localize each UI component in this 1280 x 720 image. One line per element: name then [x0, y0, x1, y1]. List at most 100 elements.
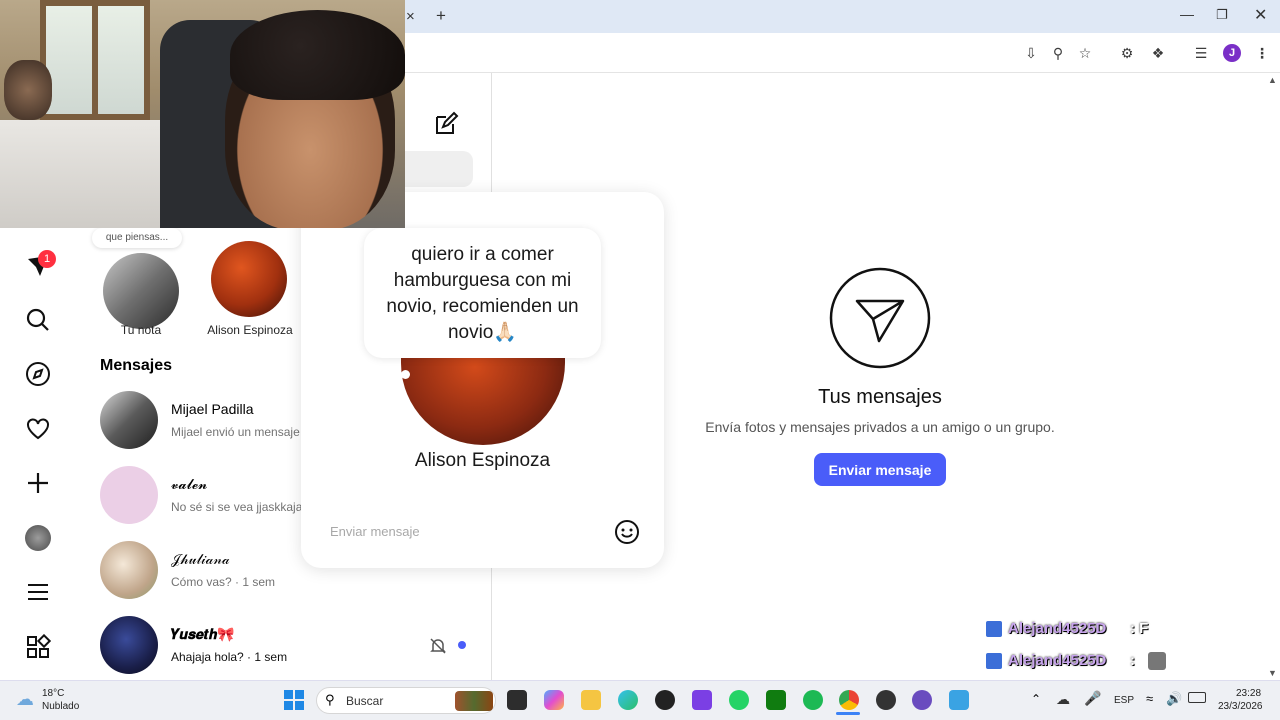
- microphone-icon[interactable]: 🎤: [1084, 690, 1101, 707]
- chat-user: Alejand4525D: [1008, 652, 1107, 669]
- new-tab-button[interactable]: +: [436, 6, 446, 26]
- clock-date[interactable]: 23/3/2026: [1218, 701, 1263, 712]
- note-label: Tu nota: [120, 323, 162, 337]
- volume-icon[interactable]: 🔊: [1166, 691, 1182, 707]
- mute-icon: [429, 637, 447, 655]
- bubble-tail-dot: [401, 370, 410, 379]
- messages-heading: Mensajes: [100, 357, 173, 374]
- alison-note-avatar[interactable]: [211, 241, 287, 317]
- compose-icon[interactable]: [433, 111, 459, 137]
- explore-icon[interactable]: [24, 360, 52, 388]
- zoom-icon[interactable]: ⚲: [1047, 42, 1069, 64]
- weather-icon[interactable]: ☁: [16, 689, 34, 710]
- taskbar-search[interactable]: ⚲ Buscar: [316, 687, 496, 714]
- note-label: Alison Espinoza: [207, 323, 293, 337]
- search-highlight-icon: [455, 691, 493, 711]
- unread-dot: [458, 641, 466, 649]
- cam-hair: [230, 10, 405, 100]
- note-text: quiero ir a comer hamburguesa con mi nov…: [386, 244, 579, 343]
- file-explorer-icon[interactable]: [581, 690, 601, 710]
- wifi-icon[interactable]: ≈: [1146, 691, 1153, 706]
- popup-name: Alison Espinoza: [414, 450, 551, 471]
- weather-temp: 18°C: [42, 688, 65, 699]
- chat-badge-icon: [986, 653, 1002, 669]
- my-note-avatar[interactable]: [103, 253, 179, 329]
- chat-line: Alejand4525D : F: [986, 620, 1176, 640]
- copilot-icon[interactable]: [544, 690, 564, 710]
- onedrive-icon[interactable]: ☁: [1056, 691, 1070, 708]
- task-view-icon[interactable]: [507, 690, 527, 710]
- apps-icon[interactable]: [24, 633, 52, 661]
- chat-user: Alejand4525D: [1008, 620, 1107, 637]
- conversation-name: 𝓿𝓪𝓵𝓮𝓷: [171, 476, 208, 492]
- conversation-name: 𝒥𝒽𝓊𝓁𝒾𝒶𝓃𝒶: [171, 551, 230, 567]
- tab-close-icon[interactable]: ×: [406, 8, 415, 25]
- popup-avatar: [401, 348, 565, 445]
- messages-empty-icon: [829, 267, 931, 369]
- chat-line: Alejand4525D :: [986, 652, 1176, 672]
- search-icon[interactable]: [24, 306, 52, 334]
- language-indicator[interactable]: ESP: [1114, 695, 1134, 706]
- obs-icon[interactable]: [876, 690, 896, 710]
- conversation-name: Mijael Padilla: [171, 401, 254, 417]
- menu-dots-icon[interactable]: ⋮: [1251, 42, 1273, 64]
- scroll-up-icon[interactable]: ▲: [1268, 75, 1277, 85]
- chat-message: : F: [1130, 620, 1149, 637]
- install-icon[interactable]: ⇩: [1020, 42, 1042, 64]
- avatar: [100, 466, 158, 524]
- chat-message: :: [1130, 652, 1135, 669]
- conversation-preview: Ahajaja hola? · 1 sem: [171, 650, 288, 664]
- heart-icon[interactable]: [24, 415, 52, 443]
- star-icon[interactable]: ☆: [1074, 42, 1096, 64]
- spotify-icon[interactable]: [803, 690, 823, 710]
- chat-badge-icon: [986, 621, 1002, 637]
- webcam-overlay: [0, 0, 405, 228]
- avatar: [100, 391, 158, 449]
- edge-icon[interactable]: [618, 690, 638, 710]
- empty-title: Tus mensajes: [818, 386, 942, 408]
- extension-icon[interactable]: ⚙: [1116, 42, 1138, 64]
- profile-icon[interactable]: [24, 524, 52, 552]
- note-bubble: quiero ir a comer hamburguesa con mi nov…: [364, 228, 601, 358]
- puzzle-icon[interactable]: ❖: [1147, 42, 1169, 64]
- minimize-icon[interactable]: —: [1180, 6, 1194, 22]
- windows-start-icon[interactable]: [284, 690, 304, 710]
- emoji-icon[interactable]: [614, 519, 640, 545]
- chat-emote-icon: [1148, 652, 1166, 670]
- scroll-down-icon[interactable]: ▼: [1268, 668, 1277, 678]
- stream-app-icon[interactable]: [912, 690, 932, 710]
- note-popup: quiero ir a comer hamburguesa con mi nov…: [301, 192, 664, 568]
- menu-icon[interactable]: [24, 578, 52, 606]
- battery-icon[interactable]: [1188, 692, 1206, 703]
- profile-avatar[interactable]: J: [1223, 44, 1241, 62]
- active-app-indicator: [836, 712, 860, 715]
- clock-time[interactable]: 23:28: [1236, 688, 1261, 699]
- search-field-stub[interactable]: [405, 151, 473, 187]
- conversation-item[interactable]: 𝒀𝒖𝒔𝒆𝒕𝒉🎀 Ahajaja hola? · 1 sem: [100, 616, 400, 676]
- xbox-icon[interactable]: [766, 690, 786, 710]
- app-icon[interactable]: [692, 690, 712, 710]
- reply-input[interactable]: Enviar mensaje: [317, 514, 651, 550]
- cam-window: [40, 0, 150, 120]
- send-message-button[interactable]: Enviar mensaje: [814, 453, 946, 486]
- conversation-preview: Cómo vas? · 1 sem: [171, 575, 276, 589]
- notepad-icon[interactable]: [949, 690, 969, 710]
- empty-subtitle: Envía fotos y mensajes privados a un ami…: [705, 419, 1055, 435]
- media-icon[interactable]: ☰: [1190, 42, 1212, 64]
- tray-chevron-icon[interactable]: ⌃: [1031, 692, 1041, 706]
- avatar: [100, 541, 158, 599]
- avatar: [100, 616, 158, 674]
- cam-cutout: [4, 60, 52, 120]
- close-icon[interactable]: ✕: [1254, 5, 1267, 25]
- whatsapp-icon[interactable]: [729, 690, 749, 710]
- chatgpt-icon[interactable]: [655, 690, 675, 710]
- small-note-bubble[interactable]: que piensas...: [92, 228, 182, 248]
- chrome-icon[interactable]: [839, 690, 859, 710]
- restore-icon[interactable]: ❐: [1216, 7, 1228, 23]
- reply-input-placeholder: Enviar mensaje: [330, 524, 420, 539]
- search-icon: ⚲: [325, 692, 335, 707]
- create-icon[interactable]: [24, 469, 52, 497]
- weather-desc: Nublado: [42, 701, 80, 712]
- notification-badge: 1: [38, 250, 56, 268]
- taskbar-search-placeholder: Buscar: [346, 694, 384, 708]
